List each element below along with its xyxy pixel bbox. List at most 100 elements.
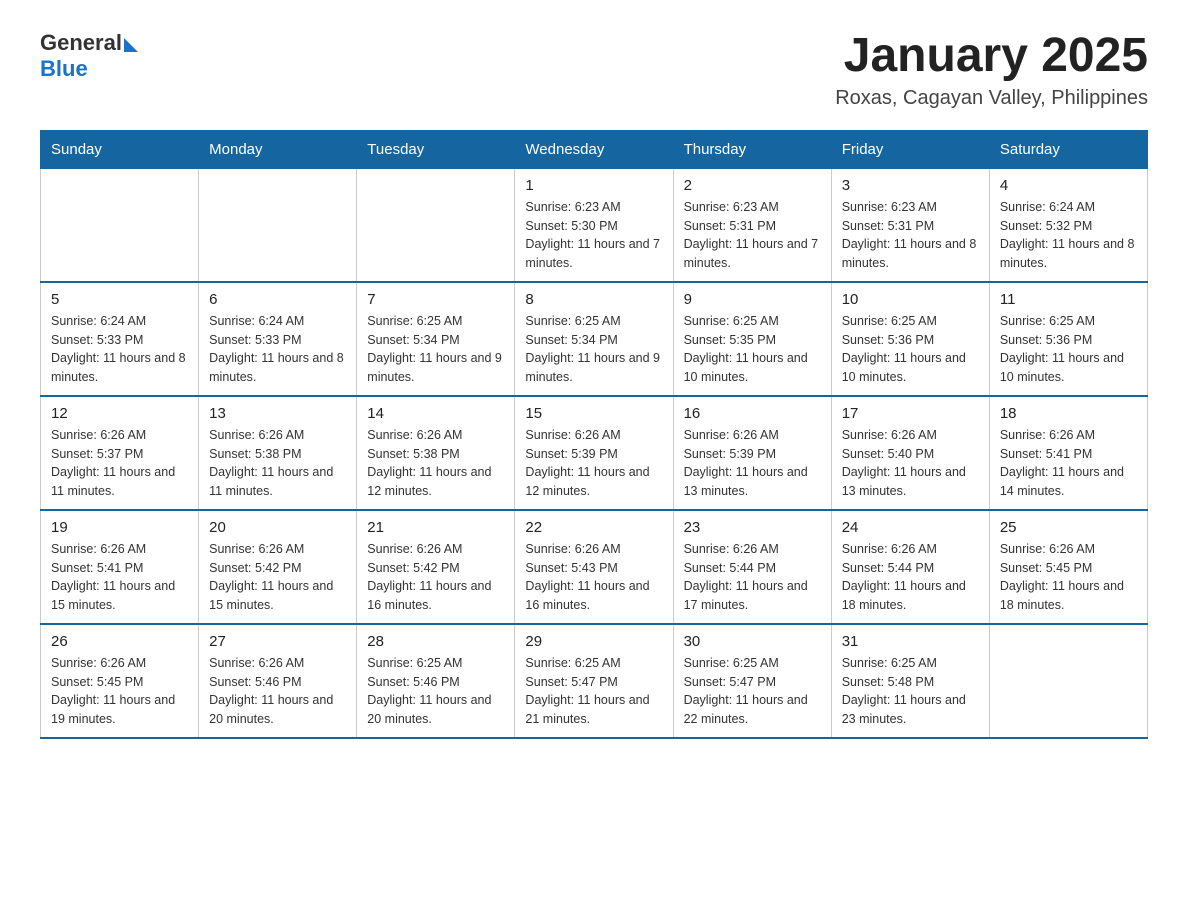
day-number: 27 xyxy=(209,633,346,650)
day-info: Sunrise: 6:25 AM Sunset: 5:36 PM Dayligh… xyxy=(1000,312,1137,387)
day-info: Sunrise: 6:26 AM Sunset: 5:42 PM Dayligh… xyxy=(367,540,504,615)
day-number: 30 xyxy=(684,633,821,650)
calendar-cell: 31 Sunrise: 6:25 AM Sunset: 5:48 PM Dayli… xyxy=(831,624,989,738)
day-info: Sunrise: 6:26 AM Sunset: 5:40 PM Dayligh… xyxy=(842,426,979,501)
day-number: 12 xyxy=(51,405,188,422)
logo-general-text: General xyxy=(40,30,122,56)
calendar-cell xyxy=(199,168,357,282)
calendar-cell: 14 Sunrise: 6:26 AM Sunset: 5:38 PM Dayli… xyxy=(357,396,515,510)
day-number: 23 xyxy=(684,519,821,536)
day-info: Sunrise: 6:25 AM Sunset: 5:36 PM Dayligh… xyxy=(842,312,979,387)
calendar-cell: 4Sunrise: 6:24 AM Sunset: 5:32 PM Daylig… xyxy=(989,168,1147,282)
calendar-cell: 13 Sunrise: 6:26 AM Sunset: 5:38 PM Dayli… xyxy=(199,396,357,510)
calendar-table: SundayMondayTuesdayWednesdayThursdayFrid… xyxy=(40,130,1148,739)
calendar-cell: 2 Sunrise: 6:23 AM Sunset: 5:31 PM Daylig… xyxy=(673,168,831,282)
day-number: 26 xyxy=(51,633,188,650)
day-info: Sunrise: 6:26 AM Sunset: 5:39 PM Dayligh… xyxy=(525,426,662,501)
calendar-cell: 27Sunrise: 6:26 AM Sunset: 5:46 PM Dayli… xyxy=(199,624,357,738)
day-info: Sunrise: 6:26 AM Sunset: 5:41 PM Dayligh… xyxy=(1000,426,1137,501)
calendar-week-row: 5Sunrise: 6:24 AM Sunset: 5:33 PM Daylig… xyxy=(41,282,1148,396)
calendar-cell xyxy=(41,168,199,282)
calendar-cell: 21 Sunrise: 6:26 AM Sunset: 5:42 PM Dayli… xyxy=(357,510,515,624)
day-info: Sunrise: 6:25 AM Sunset: 5:34 PM Dayligh… xyxy=(367,312,504,387)
day-number: 10 xyxy=(842,291,979,308)
calendar-week-row: 26 Sunrise: 6:26 AM Sunset: 5:45 PM Dayli… xyxy=(41,624,1148,738)
calendar-week-row: 1 Sunrise: 6:23 AM Sunset: 5:30 PM Daylig… xyxy=(41,168,1148,282)
day-info: Sunrise: 6:26 AM Sunset: 5:43 PM Dayligh… xyxy=(525,540,662,615)
day-number: 22 xyxy=(525,519,662,536)
logo: General Blue xyxy=(40,30,138,82)
day-number: 4 xyxy=(1000,177,1137,194)
day-number: 11 xyxy=(1000,291,1137,308)
day-info: Sunrise: 6:25 AM Sunset: 5:34 PM Dayligh… xyxy=(525,312,662,387)
day-number: 8 xyxy=(525,291,662,308)
day-number: 13 xyxy=(209,405,346,422)
day-number: 25 xyxy=(1000,519,1137,536)
day-info: Sunrise: 6:26 AM Sunset: 5:45 PM Dayligh… xyxy=(51,654,188,729)
day-number: 1 xyxy=(525,177,662,194)
day-number: 3 xyxy=(842,177,979,194)
day-info: Sunrise: 6:26 AM Sunset: 5:45 PM Dayligh… xyxy=(1000,540,1137,615)
calendar-week-row: 19Sunrise: 6:26 AM Sunset: 5:41 PM Dayli… xyxy=(41,510,1148,624)
calendar-cell: 18 Sunrise: 6:26 AM Sunset: 5:41 PM Dayli… xyxy=(989,396,1147,510)
day-info: Sunrise: 6:25 AM Sunset: 5:47 PM Dayligh… xyxy=(684,654,821,729)
calendar-cell: 10 Sunrise: 6:25 AM Sunset: 5:36 PM Dayli… xyxy=(831,282,989,396)
day-number: 28 xyxy=(367,633,504,650)
calendar-cell: 11 Sunrise: 6:25 AM Sunset: 5:36 PM Dayli… xyxy=(989,282,1147,396)
day-info: Sunrise: 6:25 AM Sunset: 5:47 PM Dayligh… xyxy=(525,654,662,729)
day-number: 15 xyxy=(525,405,662,422)
day-info: Sunrise: 6:23 AM Sunset: 5:31 PM Dayligh… xyxy=(684,198,821,273)
page-subtitle: Roxas, Cagayan Valley, Philippines xyxy=(835,87,1148,110)
day-info: Sunrise: 6:26 AM Sunset: 5:44 PM Dayligh… xyxy=(842,540,979,615)
day-number: 19 xyxy=(51,519,188,536)
calendar-cell: 1 Sunrise: 6:23 AM Sunset: 5:30 PM Daylig… xyxy=(515,168,673,282)
day-info: Sunrise: 6:26 AM Sunset: 5:39 PM Dayligh… xyxy=(684,426,821,501)
calendar-day-header: Friday xyxy=(831,130,989,168)
day-info: Sunrise: 6:24 AM Sunset: 5:33 PM Dayligh… xyxy=(51,312,188,387)
calendar-day-header: Thursday xyxy=(673,130,831,168)
calendar-cell: 28 Sunrise: 6:25 AM Sunset: 5:46 PM Dayli… xyxy=(357,624,515,738)
day-info: Sunrise: 6:26 AM Sunset: 5:38 PM Dayligh… xyxy=(367,426,504,501)
day-info: Sunrise: 6:25 AM Sunset: 5:46 PM Dayligh… xyxy=(367,654,504,729)
calendar-cell xyxy=(989,624,1147,738)
logo-triangle-icon xyxy=(124,38,138,52)
title-area: January 2025 Roxas, Cagayan Valley, Phil… xyxy=(835,30,1148,110)
calendar-cell: 16 Sunrise: 6:26 AM Sunset: 5:39 PM Dayli… xyxy=(673,396,831,510)
day-number: 18 xyxy=(1000,405,1137,422)
day-number: 31 xyxy=(842,633,979,650)
day-number: 21 xyxy=(367,519,504,536)
calendar-cell: 9Sunrise: 6:25 AM Sunset: 5:35 PM Daylig… xyxy=(673,282,831,396)
calendar-cell: 24Sunrise: 6:26 AM Sunset: 5:44 PM Dayli… xyxy=(831,510,989,624)
calendar-cell: 29 Sunrise: 6:25 AM Sunset: 5:47 PM Dayli… xyxy=(515,624,673,738)
day-info: Sunrise: 6:26 AM Sunset: 5:44 PM Dayligh… xyxy=(684,540,821,615)
page-header: General Blue January 2025 Roxas, Cagayan… xyxy=(40,30,1148,110)
day-number: 14 xyxy=(367,405,504,422)
calendar-cell: 5Sunrise: 6:24 AM Sunset: 5:33 PM Daylig… xyxy=(41,282,199,396)
calendar-cell: 22 Sunrise: 6:26 AM Sunset: 5:43 PM Dayli… xyxy=(515,510,673,624)
calendar-week-row: 12Sunrise: 6:26 AM Sunset: 5:37 PM Dayli… xyxy=(41,396,1148,510)
day-number: 16 xyxy=(684,405,821,422)
day-info: Sunrise: 6:26 AM Sunset: 5:42 PM Dayligh… xyxy=(209,540,346,615)
day-number: 17 xyxy=(842,405,979,422)
calendar-cell: 12Sunrise: 6:26 AM Sunset: 5:37 PM Dayli… xyxy=(41,396,199,510)
day-number: 2 xyxy=(684,177,821,194)
logo-blue-text: Blue xyxy=(40,56,138,82)
calendar-cell: 7 Sunrise: 6:25 AM Sunset: 5:34 PM Daylig… xyxy=(357,282,515,396)
day-number: 6 xyxy=(209,291,346,308)
day-number: 7 xyxy=(367,291,504,308)
calendar-day-header: Wednesday xyxy=(515,130,673,168)
calendar-cell: 26 Sunrise: 6:26 AM Sunset: 5:45 PM Dayli… xyxy=(41,624,199,738)
calendar-cell xyxy=(357,168,515,282)
day-number: 29 xyxy=(525,633,662,650)
calendar-cell: 25 Sunrise: 6:26 AM Sunset: 5:45 PM Dayli… xyxy=(989,510,1147,624)
day-info: Sunrise: 6:24 AM Sunset: 5:33 PM Dayligh… xyxy=(209,312,346,387)
calendar-cell: 17 Sunrise: 6:26 AM Sunset: 5:40 PM Dayli… xyxy=(831,396,989,510)
calendar-day-header: Saturday xyxy=(989,130,1147,168)
calendar-day-header: Monday xyxy=(199,130,357,168)
day-info: Sunrise: 6:26 AM Sunset: 5:38 PM Dayligh… xyxy=(209,426,346,501)
calendar-cell: 19Sunrise: 6:26 AM Sunset: 5:41 PM Dayli… xyxy=(41,510,199,624)
calendar-cell: 15 Sunrise: 6:26 AM Sunset: 5:39 PM Dayli… xyxy=(515,396,673,510)
day-info: Sunrise: 6:23 AM Sunset: 5:30 PM Dayligh… xyxy=(525,198,662,273)
day-info: Sunrise: 6:25 AM Sunset: 5:48 PM Dayligh… xyxy=(842,654,979,729)
calendar-cell: 23 Sunrise: 6:26 AM Sunset: 5:44 PM Dayli… xyxy=(673,510,831,624)
